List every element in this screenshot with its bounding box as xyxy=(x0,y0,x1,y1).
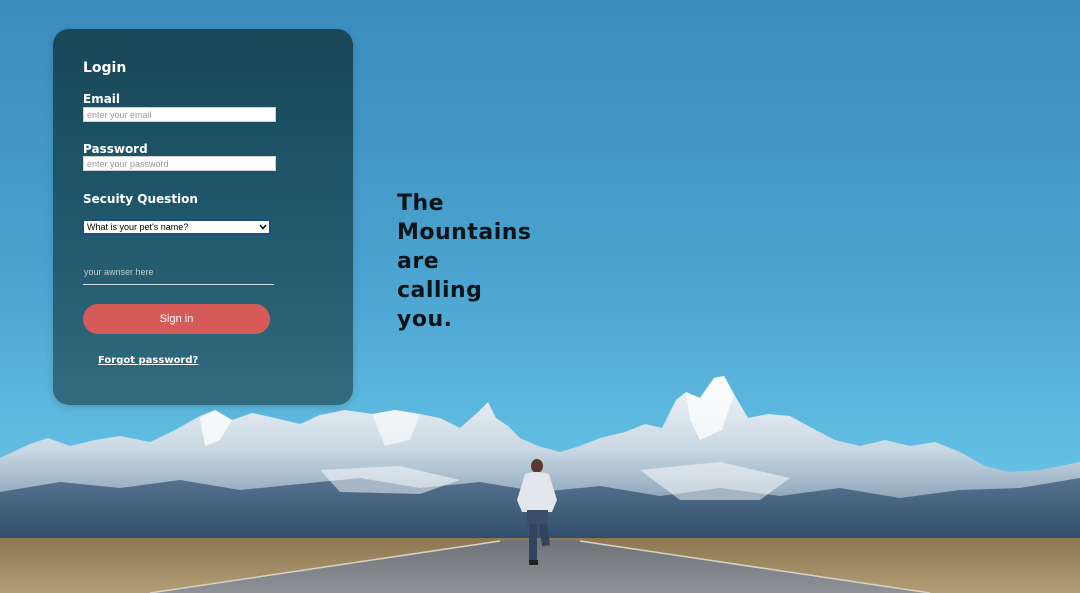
tagline-line: Mountains xyxy=(397,220,532,245)
password-label: Password xyxy=(83,142,148,156)
login-panel: Login Email Password Secuity Question Wh… xyxy=(53,29,353,405)
tagline-line: you. xyxy=(397,307,453,332)
forgot-password-link[interactable]: Forgot password? xyxy=(98,355,198,366)
login-title: Login xyxy=(83,60,127,76)
sign-in-button[interactable]: Sign in xyxy=(83,304,270,334)
security-answer-input[interactable] xyxy=(83,260,274,285)
password-field[interactable] xyxy=(83,156,276,171)
security-question-label: Secuity Question xyxy=(83,192,198,206)
chevron-down-icon xyxy=(259,224,267,230)
security-question-select[interactable]: What is your pet's name? xyxy=(82,219,271,235)
security-question-selected: What is your pet's name? xyxy=(87,222,189,232)
email-field[interactable] xyxy=(83,107,276,122)
tagline: The Mountains are calling you. xyxy=(397,189,557,334)
tagline-line: The xyxy=(397,191,445,216)
email-label: Email xyxy=(83,92,121,106)
tagline-line: calling xyxy=(397,278,483,303)
tagline-line: are xyxy=(397,249,440,274)
